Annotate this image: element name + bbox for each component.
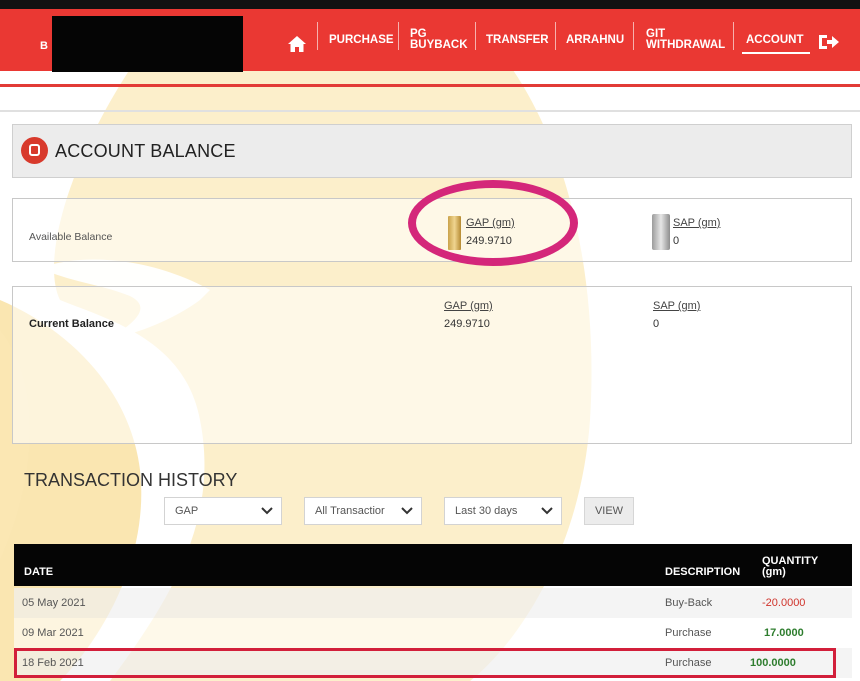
nav-item-purchase[interactable]: PURCHASE bbox=[329, 9, 394, 71]
nav-item-account-label: ACCOUNT bbox=[746, 33, 804, 46]
row-description: Buy-Back bbox=[665, 597, 713, 609]
highlight-box-annotation bbox=[14, 648, 836, 678]
nav-separator bbox=[633, 22, 634, 50]
header-divider-light bbox=[0, 110, 860, 112]
nav-separator bbox=[733, 22, 734, 50]
column-header-quantity-unit: (gm) bbox=[762, 566, 786, 578]
transaction-type-select-value: All Transactior bbox=[315, 505, 385, 517]
transaction-type-select[interactable]: All Transactior bbox=[304, 497, 422, 525]
nav-item-transfer-label: TRANSFER bbox=[486, 33, 549, 46]
nav-item-account[interactable]: ACCOUNT bbox=[746, 9, 804, 71]
row-quantity: -20.0000 bbox=[762, 597, 806, 609]
chevron-down-icon bbox=[401, 507, 413, 515]
chevron-down-icon bbox=[541, 507, 553, 515]
nav-item-arrahnu[interactable]: ARRAHNU bbox=[566, 9, 624, 71]
highlight-circle-annotation bbox=[408, 180, 578, 266]
nav-item-purchase-label: PURCHASE bbox=[329, 33, 394, 46]
transaction-history-title: TRANSACTION HISTORY bbox=[24, 470, 238, 490]
column-header-description: DESCRIPTION bbox=[665, 566, 741, 578]
available-sap-value: 0 bbox=[673, 235, 680, 247]
product-select-value: GAP bbox=[175, 505, 199, 517]
nav-item-buyback-label: BUYBACK bbox=[410, 39, 468, 51]
current-sap-value: 0 bbox=[653, 318, 660, 330]
current-gap-link[interactable]: GAP (gm) bbox=[444, 300, 493, 312]
nav-separator bbox=[317, 22, 318, 50]
page-title: ACCOUNT BALANCE bbox=[55, 141, 236, 161]
row-date: 05 May 2021 bbox=[22, 597, 86, 609]
view-button[interactable]: VIEW bbox=[584, 497, 634, 525]
current-balance-label: Current Balance bbox=[29, 318, 114, 330]
current-sap-link[interactable]: SAP (gm) bbox=[653, 300, 700, 312]
period-select[interactable]: Last 30 days bbox=[444, 497, 562, 525]
brand-logo-fragment: B bbox=[40, 40, 48, 52]
transaction-table-header: DATE DESCRIPTION QUANTITY (gm) bbox=[14, 544, 852, 586]
nav-separator bbox=[398, 22, 399, 50]
current-balance-panel: Current Balance GAP (gm) 249.9710 SAP (g… bbox=[12, 286, 852, 444]
available-sap-link[interactable]: SAP (gm) bbox=[673, 217, 720, 229]
row-description: Purchase bbox=[665, 627, 712, 639]
top-strip bbox=[0, 0, 860, 9]
table-row[interactable]: 09 Mar 2021 Purchase 17.0000 bbox=[14, 618, 852, 648]
home-icon[interactable] bbox=[287, 35, 307, 53]
available-balance-label: Available Balance bbox=[29, 231, 113, 243]
nav-separator bbox=[555, 22, 556, 50]
wallet-icon bbox=[21, 137, 48, 164]
logout-icon[interactable] bbox=[818, 33, 840, 51]
silver-bar-icon bbox=[652, 214, 670, 250]
nav-item-git-withdrawal[interactable]: GIT WITHDRAWAL bbox=[646, 9, 725, 71]
chevron-down-icon bbox=[261, 507, 273, 515]
product-select[interactable]: GAP bbox=[164, 497, 282, 525]
current-gap-value: 249.9710 bbox=[444, 318, 490, 330]
active-tab-indicator bbox=[742, 52, 810, 54]
nav-separator bbox=[475, 22, 476, 50]
row-date: 09 Mar 2021 bbox=[22, 627, 84, 639]
nav-item-pg-buyback[interactable]: PG BUYBACK bbox=[410, 9, 468, 71]
header-divider bbox=[0, 84, 860, 87]
redacted-brand-block bbox=[52, 16, 243, 72]
row-quantity: 17.0000 bbox=[764, 627, 804, 639]
account-balance-header: ACCOUNT BALANCE bbox=[12, 124, 852, 178]
column-header-date: DATE bbox=[24, 566, 54, 578]
period-select-value: Last 30 days bbox=[455, 505, 518, 517]
nav-item-arrahnu-label: ARRAHNU bbox=[566, 33, 625, 46]
table-row[interactable]: 05 May 2021 Buy-Back -20.0000 bbox=[14, 588, 852, 618]
nav-item-transfer[interactable]: TRANSFER bbox=[486, 9, 549, 71]
nav-item-withdrawal-label: WITHDRAWAL bbox=[646, 39, 726, 51]
